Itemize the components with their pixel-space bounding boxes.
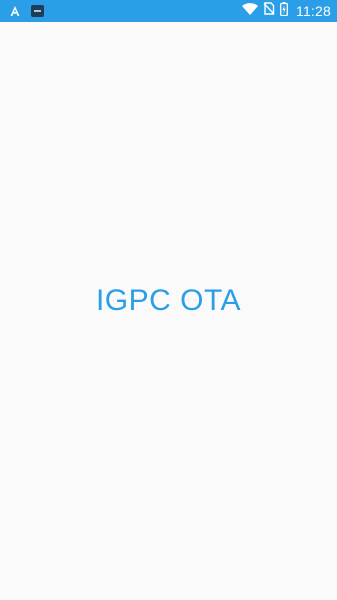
splash-screen: 11:28 IGPC OTA xyxy=(0,0,337,600)
app-notification-icon xyxy=(31,5,44,17)
status-notifications xyxy=(8,5,44,18)
status-system-icons: 11:28 xyxy=(242,1,331,21)
battery-charging-icon xyxy=(280,1,288,21)
status-clock: 11:28 xyxy=(296,3,331,19)
wifi-icon xyxy=(242,2,258,20)
app-title: IGPC OTA xyxy=(95,284,242,317)
no-sim-icon xyxy=(263,2,275,20)
a-notification-icon xyxy=(8,5,21,18)
status-bar: 11:28 xyxy=(0,0,337,22)
